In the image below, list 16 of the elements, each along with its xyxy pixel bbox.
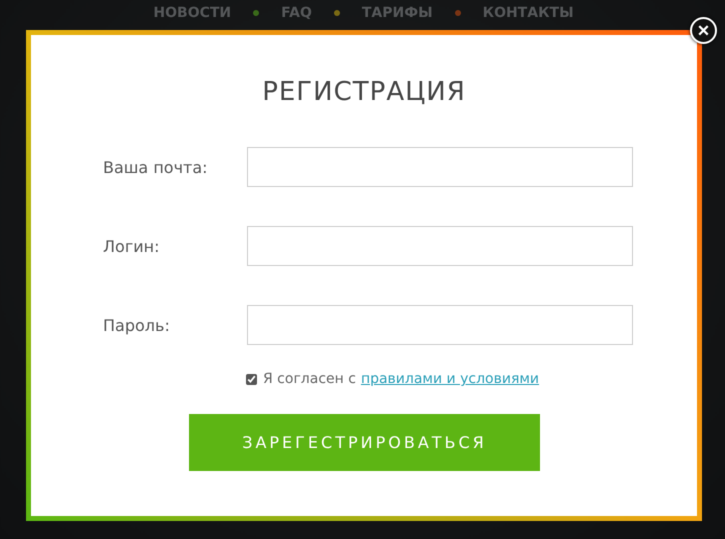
close-button[interactable]: × [690, 17, 717, 44]
agree-checkbox[interactable] [246, 374, 257, 384]
register-button[interactable]: ЗАРЕГЕСТРИРОВАТЬСЯ [189, 414, 540, 471]
field-label: Ваша почта: [103, 158, 209, 176]
input-field[interactable] [247, 305, 633, 345]
agree-text: Я согласен с [263, 371, 356, 387]
terms-link[interactable]: правилами и условиями [360, 371, 540, 387]
input-field[interactable] [247, 147, 633, 187]
dialog-title: РЕГИСТРАЦИЯ [261, 77, 467, 107]
nav-link[interactable]: КОНТАКТЫ [482, 5, 574, 21]
input-field[interactable] [247, 226, 633, 266]
field-label: Пароль: [103, 316, 171, 334]
nav-link[interactable]: НОВОСТИ [153, 5, 232, 21]
nav-link[interactable]: ТАРИФЫ [362, 5, 433, 21]
field-label: Логин: [103, 236, 160, 256]
nav-link[interactable]: FAQ [281, 5, 312, 21]
